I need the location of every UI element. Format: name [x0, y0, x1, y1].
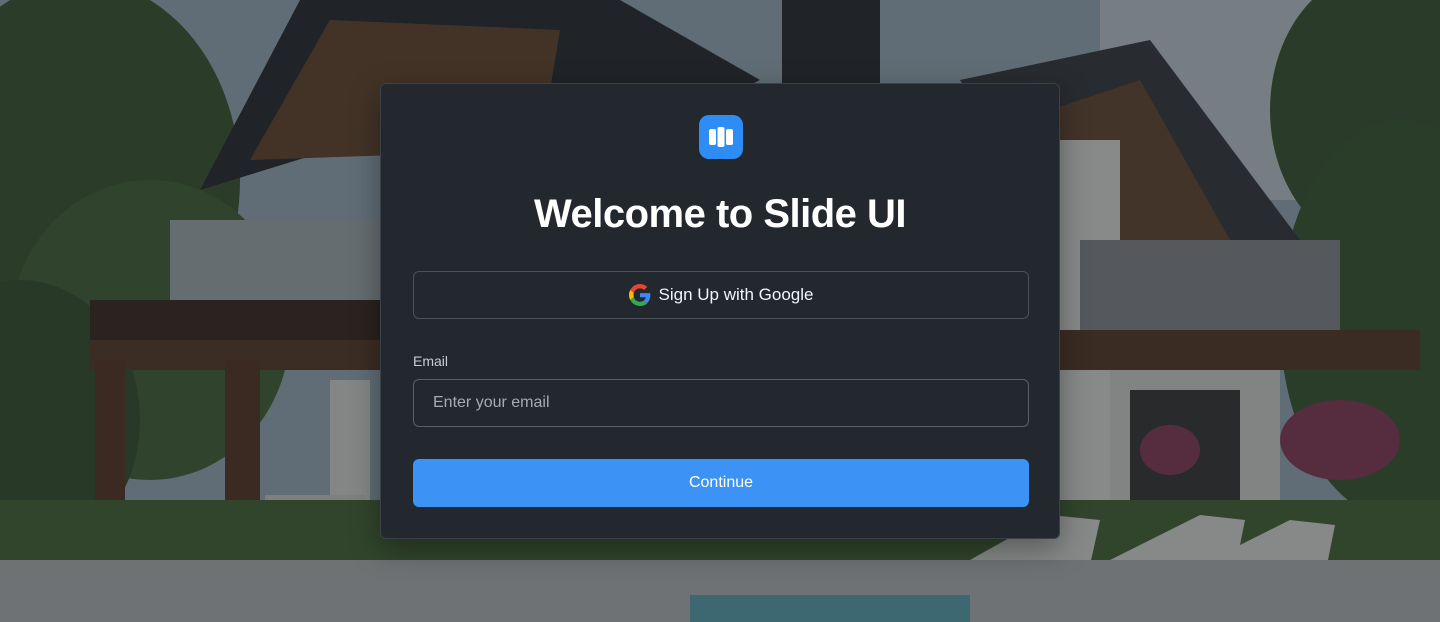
google-signup-label: Sign Up with Google: [658, 285, 814, 304]
email-label: Email: [413, 353, 449, 369]
slide-ui-logo-icon: [699, 115, 743, 159]
google-g-icon: [628, 284, 650, 306]
google-signup-button[interactable]: Sign Up with Google: [413, 271, 1029, 319]
page-title: Welcome to Slide UI: [533, 192, 907, 236]
email-input[interactable]: [413, 379, 1029, 427]
continue-button[interactable]: Continue: [413, 459, 1029, 507]
signup-card: Welcome to Slide UI Sign Up with Google …: [380, 83, 1060, 539]
